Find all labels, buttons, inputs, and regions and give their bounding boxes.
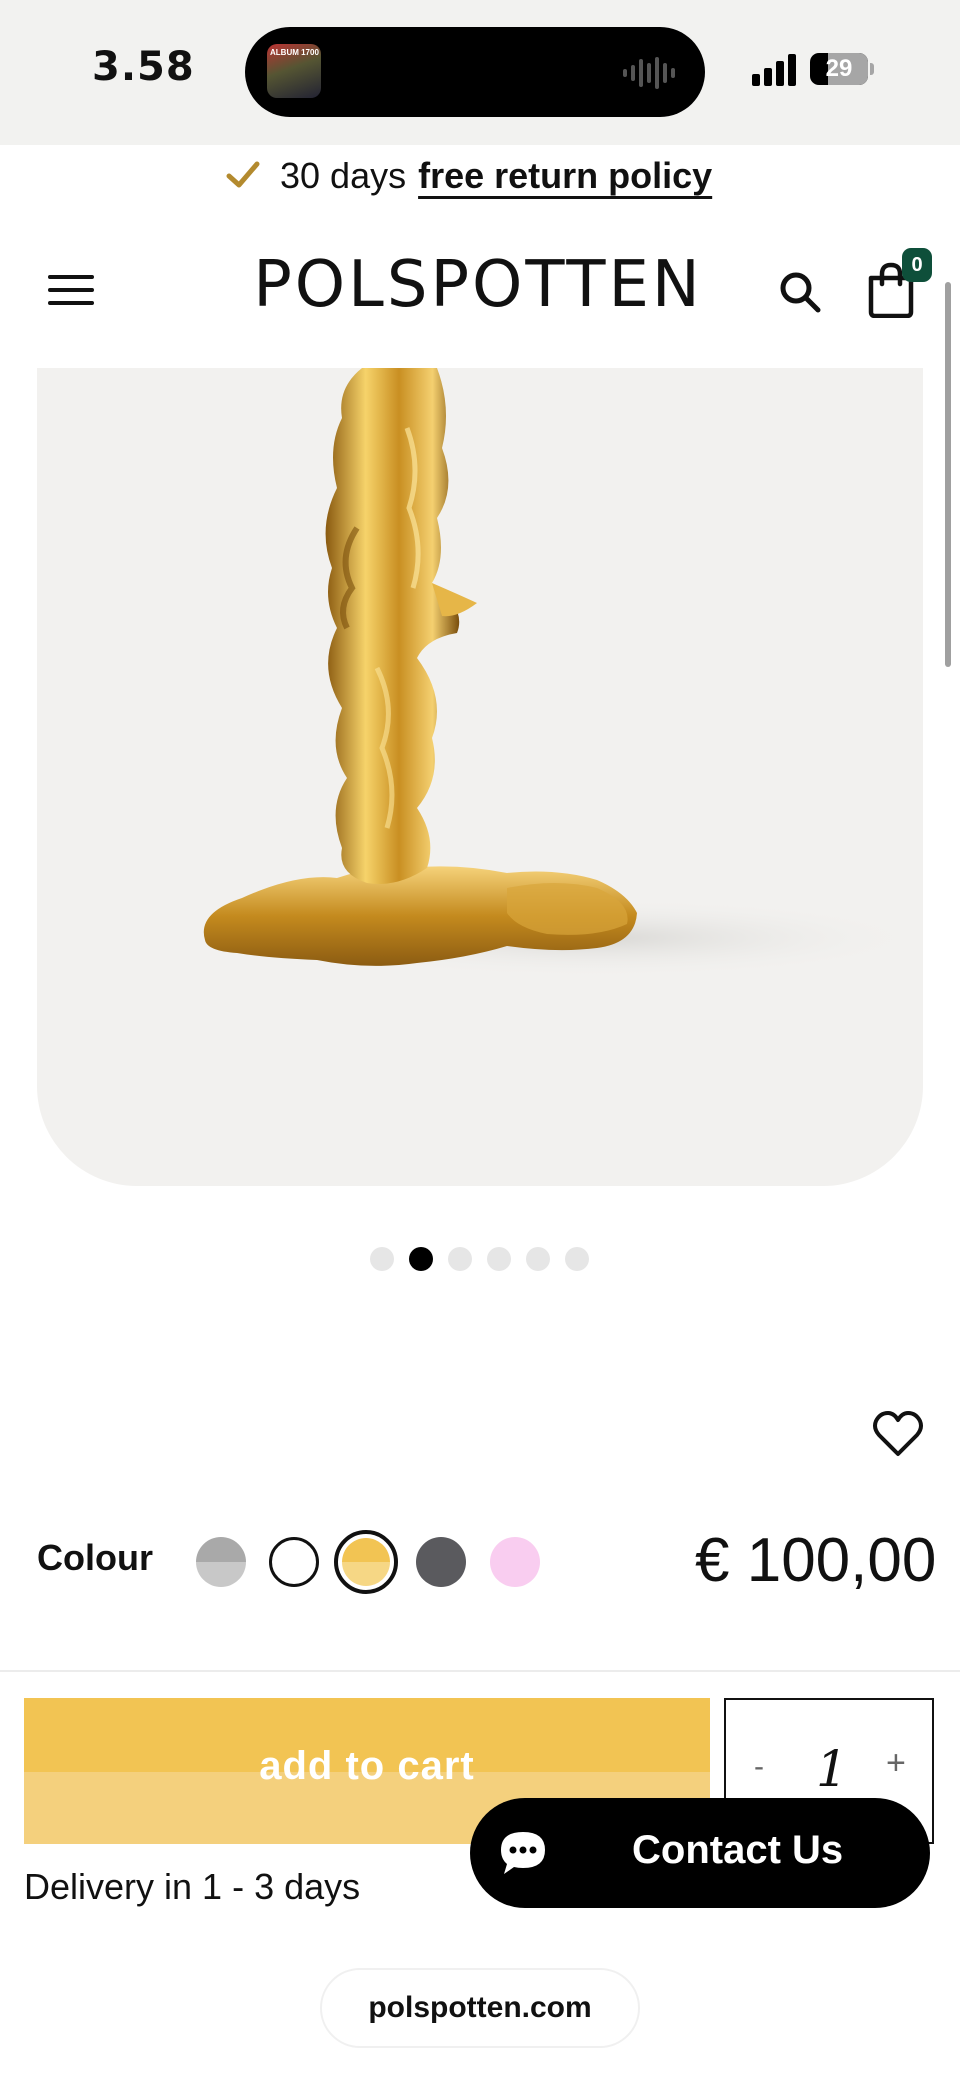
- colour-label: Colour: [37, 1537, 153, 1578]
- page-scrollbar[interactable]: [945, 282, 951, 667]
- promo-text: 30 days: [280, 155, 407, 196]
- album-art-text: ALBUM 1700: [270, 48, 319, 57]
- return-policy-link[interactable]: free return policy: [418, 155, 712, 196]
- search-icon[interactable]: [776, 268, 824, 316]
- hamburger-menu-icon[interactable]: [48, 273, 94, 307]
- colour-swatch-grey[interactable]: [196, 1537, 246, 1587]
- add-to-cart-label: add to cart: [259, 1744, 475, 1788]
- battery-level: 29: [825, 55, 853, 82]
- battery-icon: 29: [810, 53, 868, 85]
- gold-candle-holder-image: [203, 368, 923, 978]
- chat-bubble-icon: [501, 1832, 545, 1874]
- cart-count-badge: 0: [902, 248, 932, 282]
- carousel-dot[interactable]: [526, 1247, 550, 1271]
- product-price: € 100,00: [695, 1526, 937, 1595]
- carousel-dot-active[interactable]: [409, 1247, 433, 1271]
- logo-text: POLSPOTTEN: [258, 248, 698, 318]
- status-time: 3.58: [92, 44, 195, 90]
- contact-us-button[interactable]: Contact Us: [470, 1798, 930, 1908]
- browser-address-bar[interactable]: polspotten.com: [320, 1968, 640, 2048]
- quantity-increase-button[interactable]: +: [886, 1744, 906, 1783]
- promo-banner: 30 days free return policy: [280, 155, 712, 197]
- heart-icon[interactable]: [872, 1410, 924, 1458]
- dynamic-island[interactable]: ALBUM 1700: [245, 27, 705, 117]
- product-image[interactable]: [37, 368, 923, 1186]
- contact-us-label: Contact Us: [632, 1828, 844, 1872]
- colour-swatch-pink[interactable]: [490, 1537, 540, 1587]
- cellular-signal-icon: [752, 54, 796, 86]
- quantity-decrease-button[interactable]: -: [754, 1750, 764, 1784]
- carousel-dot[interactable]: [565, 1247, 589, 1271]
- polspotten-logo[interactable]: POLSPOTTEN: [258, 248, 698, 318]
- checkmark-icon: [226, 161, 260, 188]
- divider: [0, 1670, 960, 1672]
- quantity-value[interactable]: 1: [816, 1740, 848, 1798]
- carousel-dot[interactable]: [370, 1247, 394, 1271]
- colour-swatch-white[interactable]: [269, 1537, 319, 1587]
- album-art-thumbnail: ALBUM 1700: [267, 44, 321, 98]
- colour-swatch-gold-selected[interactable]: [334, 1530, 398, 1594]
- carousel-dot[interactable]: [487, 1247, 511, 1271]
- audio-waveform-icon: [623, 57, 675, 89]
- battery-tip: [870, 63, 874, 75]
- colour-swatch-dark-grey[interactable]: [416, 1537, 466, 1587]
- delivery-info: Delivery in 1 - 3 days: [24, 1866, 361, 1907]
- carousel-dot[interactable]: [448, 1247, 472, 1271]
